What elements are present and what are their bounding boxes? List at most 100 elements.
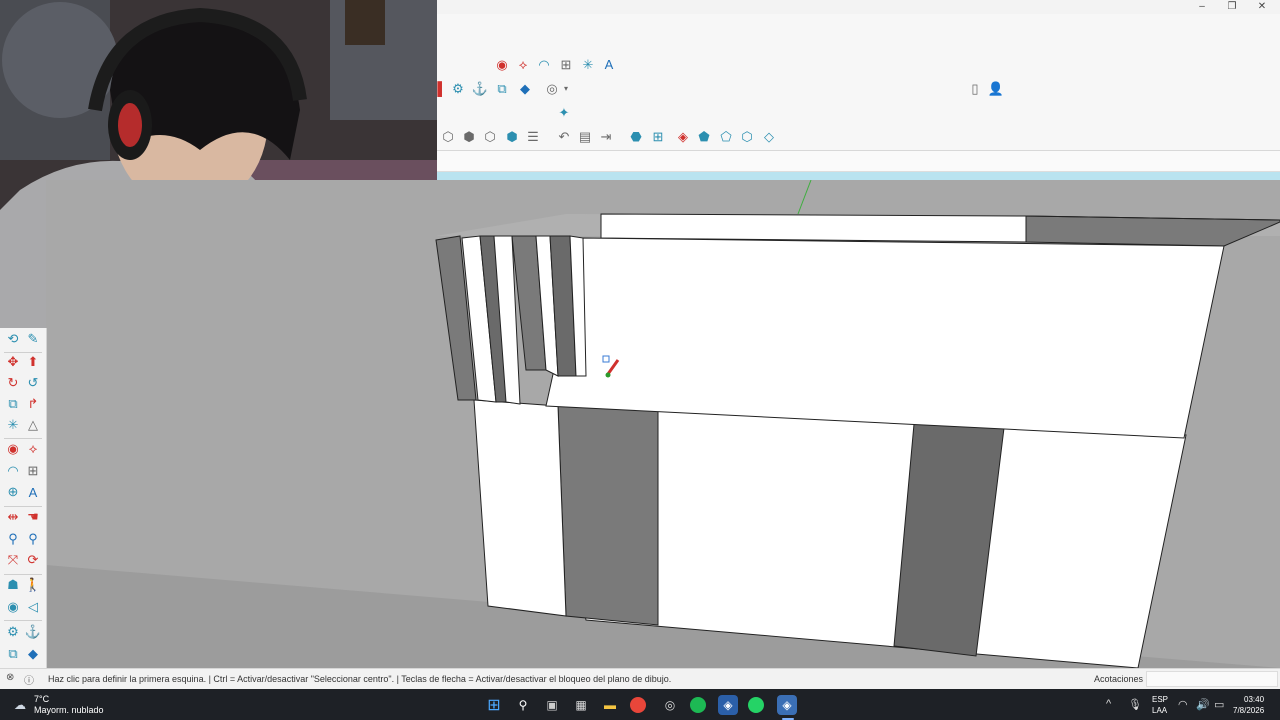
windows-taskbar: ☁ 7°C Mayorm. nublado ⊞ ⚲ ▣ ▦ ▬ ◎ ◈ ◈ ^ … (0, 689, 1280, 720)
spotify-icon[interactable] (690, 697, 706, 713)
obs-icon[interactable]: ◎ (660, 695, 680, 715)
front-view-icon[interactable]: ⬡ (481, 128, 499, 146)
styles-icon[interactable]: ⧉ (493, 80, 511, 98)
sandbox-contours-icon[interactable]: ◇ (760, 128, 778, 146)
paint-icon[interactable]: ✎ (24, 330, 42, 348)
sparkle-icon[interactable]: ✦ (555, 104, 573, 122)
maximize-button[interactable]: ❐ (1217, 0, 1247, 14)
language-bottom[interactable]: LAA (1152, 706, 1167, 715)
volume-icon[interactable]: 🔊 (1196, 698, 1210, 711)
styles-tool-icon[interactable]: ⧉ (4, 645, 22, 663)
settings-icon[interactable]: ⚙ (4, 623, 22, 641)
offset-icon[interactable]: ↱ (24, 395, 42, 413)
tape-icon[interactable]: ▤ (576, 128, 594, 146)
label-tool-icon[interactable]: ⊞ (24, 462, 42, 480)
right-view-icon[interactable]: ⬢ (503, 128, 521, 146)
tape-measure-icon[interactable]: ✳ (4, 416, 22, 434)
account-icon[interactable]: 👤 (987, 80, 1005, 98)
flip-edge-icon[interactable]: ⬠ (717, 128, 735, 146)
chevron-up-icon[interactable]: ^ (1106, 698, 1111, 710)
weather-description[interactable]: Mayorm. nublado (34, 705, 104, 715)
iso-view-icon[interactable]: ⬡ (439, 128, 457, 146)
protractor-icon[interactable]: △ (24, 416, 42, 434)
dim-icon[interactable]: ⇥ (597, 128, 615, 146)
previous-view-icon[interactable]: ⟳ (24, 551, 42, 569)
measurements-input[interactable] (1146, 671, 1278, 687)
components-icon[interactable]: ◆ (516, 80, 534, 98)
sandbox-icon[interactable]: ⬣ (627, 128, 645, 146)
lasso-select-icon[interactable]: ⟲ (4, 330, 22, 348)
arc2-icon[interactable]: ◠ (535, 56, 553, 74)
section-plane-icon[interactable]: ◁ (24, 598, 42, 616)
status-hint: Haz clic para definir la primera esquina… (48, 674, 672, 684)
walk-icon[interactable]: ↶ (555, 128, 573, 146)
chrome-icon[interactable] (630, 697, 646, 713)
text-tool-icon[interactable]: ⟡ (24, 440, 42, 458)
pan-icon[interactable]: ☚ (24, 508, 42, 526)
microphone-icon[interactable]: 🎙 (1128, 698, 1142, 711)
stamp-icon[interactable]: ⊞ (649, 128, 667, 146)
language-top[interactable]: ESP (1152, 695, 1168, 704)
back-view-icon[interactable]: ☰ (524, 128, 542, 146)
axes-icon[interactable]: ✳ (579, 56, 597, 74)
minimize-icon: – (1199, 1, 1205, 12)
folder-icon[interactable]: ▬ (600, 695, 620, 715)
search-icon[interactable]: ⚲ (513, 695, 533, 715)
title-bar: – ❐ ✕ (437, 0, 1280, 14)
position-camera-icon[interactable]: ☗ (4, 576, 22, 594)
geo-location-icon[interactable]: ⊗ (6, 672, 14, 683)
whatsapp-icon[interactable] (748, 697, 764, 713)
weather-icon[interactable]: ☁ (10, 695, 30, 715)
new-file-icon[interactable]: ▯ (966, 80, 984, 98)
windows-start-icon[interactable]: ⊞ (484, 695, 504, 715)
drape-icon[interactable]: ◈ (674, 128, 692, 146)
tray-strip (437, 151, 1280, 172)
info-icon[interactable]: ⓘ (24, 672, 34, 687)
section-tool-icon[interactable]: ⊕ (4, 483, 22, 501)
orbit-icon[interactable]: ⇹ (4, 508, 22, 526)
circle-icon[interactable]: ◉ (493, 56, 511, 74)
clock-date[interactable]: 7/8/2026 (1233, 706, 1264, 715)
top-view-icon[interactable]: ⬢ (460, 128, 478, 146)
battery-icon[interactable]: ▭ (1214, 698, 1224, 711)
clock-time[interactable]: 03:40 (1244, 695, 1264, 704)
status-bar: ⊗ ⓘ Haz clic para definir la primera esq… (0, 668, 1280, 689)
scene-tabs-bar[interactable] (437, 172, 1280, 180)
arc-icon[interactable]: ⟡ (514, 56, 532, 74)
rotate-icon[interactable]: ↻ (4, 374, 22, 392)
model-viewport[interactable] (46, 180, 1280, 668)
3d-text-icon[interactable]: A (24, 483, 42, 501)
layers-icon[interactable]: ⚓ (471, 80, 489, 98)
wifi-icon[interactable]: ◠ (1178, 698, 1188, 711)
close-icon: ✕ (1257, 1, 1267, 12)
look-around-icon[interactable]: ◉ (4, 598, 22, 616)
sketchup-icon[interactable]: ◈ (718, 695, 738, 715)
add-detail-icon[interactable]: ⬟ (695, 128, 713, 146)
zoom-window-icon[interactable]: ⚲ (24, 530, 42, 548)
walk-tool-icon[interactable]: 🚶 (24, 576, 42, 594)
materials-icon[interactable]: ◆ (24, 645, 42, 663)
follow-me-icon[interactable]: ↺ (24, 374, 42, 392)
components-tool-icon[interactable]: ⚓ (24, 623, 42, 641)
measurements-label: Acotaciones (1094, 674, 1144, 684)
zoom-icon[interactable]: ⚲ (4, 530, 22, 548)
section-icon[interactable]: ⚙ (449, 80, 467, 98)
file-explorer-icon[interactable]: ▦ (571, 695, 591, 715)
model-geometry (46, 180, 1280, 668)
minimize-button[interactable]: – (1187, 0, 1217, 14)
close-button[interactable]: ✕ (1247, 0, 1277, 14)
move-icon[interactable]: ✥ (4, 353, 22, 371)
task-view-icon[interactable]: ▣ (542, 695, 562, 715)
scale-icon[interactable]: ⧉ (4, 395, 22, 413)
axes-tool-icon[interactable]: ◠ (4, 462, 22, 480)
zoom-extents-icon[interactable]: ⤧ (4, 551, 22, 569)
chevron-down-icon[interactable]: ▾ (557, 80, 575, 98)
text-icon[interactable]: A (600, 56, 618, 74)
weather-temperature[interactable]: 7°C (34, 694, 49, 704)
push-pull-icon[interactable]: ⬆ (24, 353, 42, 371)
dimension-icon[interactable]: ⊞ (557, 56, 575, 74)
dimension-tool-icon[interactable]: ◉ (4, 440, 22, 458)
maximize-icon: ❐ (1227, 1, 1237, 12)
smoove-icon[interactable]: ⬡ (738, 128, 756, 146)
sketchup-active-icon[interactable]: ◈ (777, 695, 797, 715)
